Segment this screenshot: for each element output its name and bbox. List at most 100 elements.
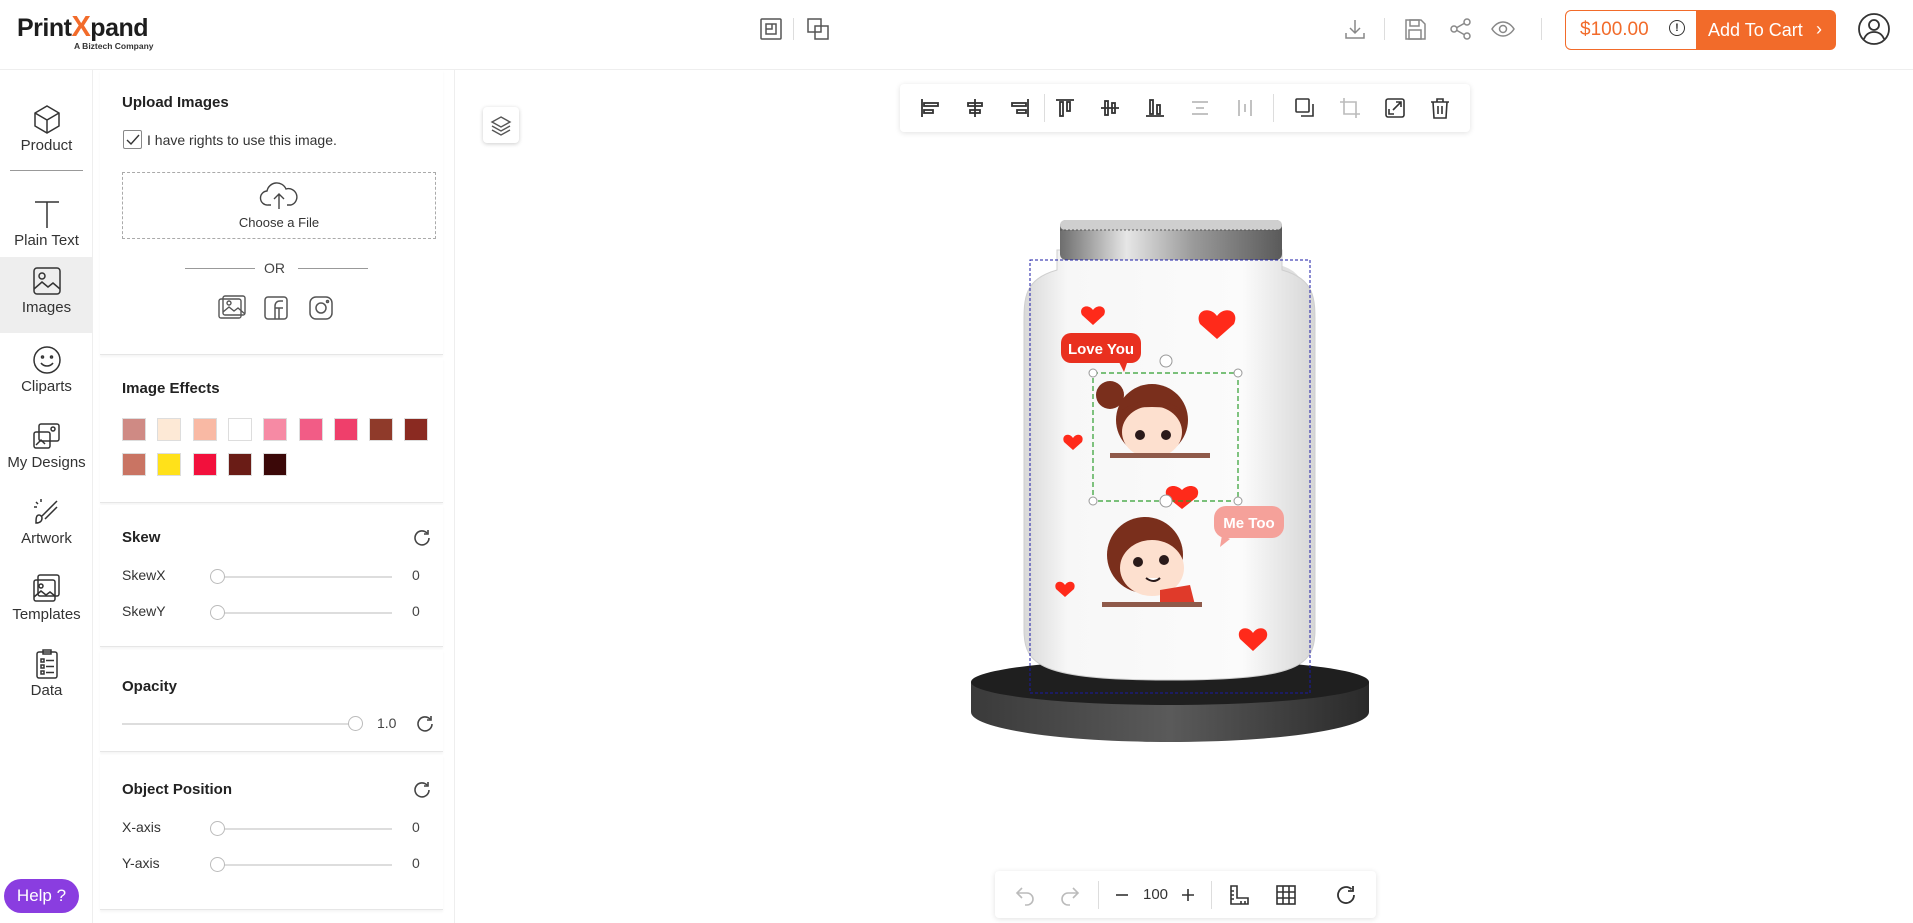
nav-item-images[interactable]: Images bbox=[0, 257, 93, 333]
more-options-handle-icon[interactable] bbox=[1159, 494, 1173, 508]
effect-swatch[interactable] bbox=[157, 418, 182, 441]
opacity-slider-handle[interactable] bbox=[348, 716, 363, 731]
y-axis-slider-track[interactable] bbox=[212, 864, 392, 866]
align-center-horizontal-icon[interactable] bbox=[963, 96, 987, 120]
nav-item-artwork[interactable]: Artwork bbox=[0, 488, 93, 560]
x-axis-slider-handle[interactable] bbox=[210, 821, 225, 836]
resize-icon[interactable] bbox=[1383, 96, 1407, 120]
effect-swatch[interactable] bbox=[227, 453, 252, 476]
product-mockup[interactable]: Love You Me Too bbox=[960, 210, 1400, 780]
skewy-slider-handle[interactable] bbox=[210, 605, 225, 620]
brand-logo[interactable]: PrintXpand A Biztech Company bbox=[17, 11, 154, 51]
position-title: Object Position bbox=[122, 781, 233, 798]
effect-swatch[interactable] bbox=[333, 418, 358, 441]
duplicate-icon[interactable] bbox=[1293, 96, 1317, 120]
grid-icon[interactable] bbox=[1274, 883, 1298, 907]
download-icon[interactable] bbox=[1342, 16, 1368, 42]
check-icon bbox=[126, 134, 140, 146]
help-button[interactable]: Help ? bbox=[4, 879, 79, 913]
effect-swatch[interactable] bbox=[404, 418, 429, 441]
preview-icon[interactable] bbox=[1490, 16, 1516, 42]
y-axis-value: 0 bbox=[412, 855, 420, 871]
trash-icon[interactable] bbox=[1428, 96, 1452, 120]
x-axis-slider-track[interactable] bbox=[212, 828, 392, 830]
nav-item-data[interactable]: Data bbox=[0, 640, 93, 712]
rotate-handle-icon[interactable] bbox=[1159, 354, 1173, 368]
skewx-slider-track[interactable] bbox=[212, 576, 392, 578]
front-view-icon[interactable] bbox=[758, 16, 784, 42]
nav-item-templates[interactable]: Templates bbox=[0, 564, 93, 636]
reset-canvas-icon[interactable] bbox=[1334, 883, 1358, 907]
align-right-icon[interactable] bbox=[1008, 96, 1032, 120]
save-icon[interactable] bbox=[1402, 16, 1428, 42]
share-icon[interactable] bbox=[1448, 16, 1474, 42]
upload-images-card: Upload Images I have rights to use this … bbox=[100, 70, 443, 355]
effect-swatch[interactable] bbox=[192, 453, 217, 476]
nav-item-product[interactable]: Product bbox=[0, 95, 93, 167]
skewx-slider-handle[interactable] bbox=[210, 569, 225, 584]
rights-checkbox[interactable] bbox=[123, 130, 142, 149]
cube-icon bbox=[33, 105, 60, 134]
designs-icon bbox=[32, 423, 60, 449]
position-reset-icon[interactable] bbox=[412, 780, 432, 800]
left-navigation: Product Plain Text Images Cliparts My De… bbox=[0, 70, 93, 923]
effect-swatch[interactable] bbox=[157, 453, 182, 476]
add-to-cart-button[interactable]: Add To Cart › bbox=[1696, 10, 1836, 50]
align-middle-vertical-icon[interactable] bbox=[1098, 96, 1122, 120]
effects-title: Image Effects bbox=[122, 380, 220, 397]
nav-item-my-designs[interactable]: My Designs bbox=[0, 412, 93, 484]
cloud-upload-icon bbox=[259, 182, 298, 209]
zoom-in-icon[interactable] bbox=[1176, 883, 1200, 907]
distribute-vertical-icon[interactable] bbox=[1233, 96, 1257, 120]
effect-swatch[interactable] bbox=[192, 418, 217, 441]
nav-item-cliparts[interactable]: Cliparts bbox=[0, 336, 93, 408]
y-axis-slider-handle[interactable] bbox=[210, 857, 225, 872]
distribute-horizontal-icon[interactable] bbox=[1188, 96, 1212, 120]
effect-swatch[interactable] bbox=[122, 453, 146, 476]
redo-icon[interactable] bbox=[1058, 883, 1082, 907]
align-top-icon[interactable] bbox=[1053, 96, 1077, 120]
skew-reset-icon[interactable] bbox=[412, 528, 432, 548]
file-dropzone[interactable]: Choose a File bbox=[122, 172, 436, 239]
nav-label: Data bbox=[30, 682, 63, 699]
effect-swatch[interactable] bbox=[227, 418, 252, 441]
opacity-slider-track[interactable] bbox=[122, 723, 354, 725]
instagram-icon[interactable] bbox=[307, 294, 335, 322]
nav-item-plain-text[interactable]: Plain Text bbox=[0, 190, 93, 262]
undo-icon[interactable] bbox=[1013, 883, 1037, 907]
nav-label: Product bbox=[20, 137, 73, 154]
canvas-bottom-toolbar: 100 bbox=[995, 871, 1376, 918]
choose-file-label: Choose a File bbox=[238, 215, 320, 230]
layers-icon bbox=[490, 116, 512, 136]
logo-wordmark: PrintXpand bbox=[17, 11, 149, 43]
effect-swatch[interactable] bbox=[122, 418, 146, 441]
effect-swatch[interactable] bbox=[263, 453, 288, 476]
gallery-icon[interactable] bbox=[217, 294, 246, 322]
svg-text:Love You: Love You bbox=[1068, 341, 1134, 358]
nav-label: Plain Text bbox=[14, 232, 79, 249]
effect-swatch[interactable] bbox=[369, 418, 394, 441]
opacity-reset-icon[interactable] bbox=[415, 714, 435, 734]
price-button[interactable]: $100.00 ! bbox=[1565, 10, 1697, 50]
align-bottom-icon[interactable] bbox=[1143, 96, 1167, 120]
back-view-icon[interactable] bbox=[805, 16, 831, 42]
skewy-value: 0 bbox=[412, 603, 420, 619]
effect-swatch[interactable] bbox=[263, 418, 288, 441]
skew-card: Skew SkewX 0 SkewY 0 bbox=[100, 505, 443, 647]
zoom-out-icon[interactable] bbox=[1110, 883, 1134, 907]
align-left-icon[interactable] bbox=[918, 96, 942, 120]
opacity-title: Opacity bbox=[122, 678, 178, 695]
facebook-icon[interactable] bbox=[262, 294, 290, 322]
rights-label: I have rights to use this image. bbox=[147, 132, 337, 148]
nav-label: Images bbox=[21, 299, 72, 316]
ruler-icon[interactable] bbox=[1227, 883, 1251, 907]
effect-swatch[interactable] bbox=[298, 418, 323, 441]
x-axis-label: X-axis bbox=[122, 819, 161, 835]
object-position-card: Object Position X-axis 0 Y-axis 0 bbox=[100, 755, 443, 910]
crop-icon[interactable] bbox=[1338, 96, 1362, 120]
user-account-icon[interactable] bbox=[1857, 12, 1891, 46]
layers-button[interactable] bbox=[483, 107, 519, 143]
nav-label: Cliparts bbox=[21, 378, 72, 395]
price-info-icon[interactable]: ! bbox=[1669, 20, 1685, 36]
skewy-slider-track[interactable] bbox=[212, 612, 392, 614]
